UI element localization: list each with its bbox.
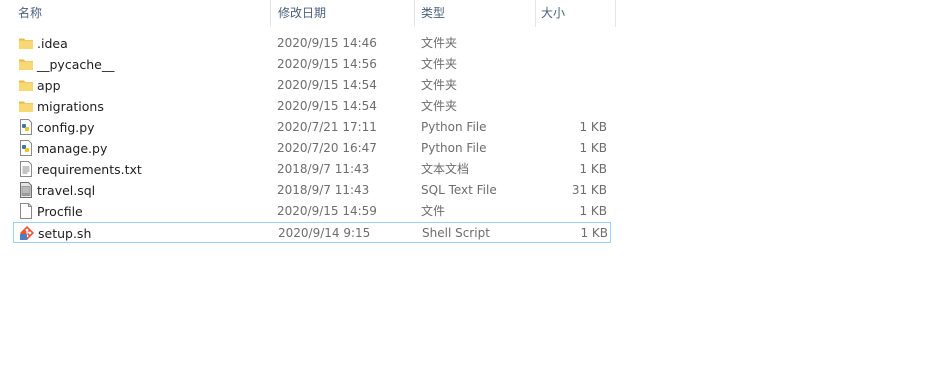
file-name: manage.py — [37, 141, 108, 156]
file-row[interactable]: requirements.txt 2018/9/7 11:43 文本文档 1 KB — [13, 159, 611, 180]
file-type: 文件夹 — [421, 99, 458, 113]
blank-file-icon — [18, 203, 34, 219]
column-divider[interactable] — [615, 0, 616, 27]
file-type: SQL Text File — [421, 183, 497, 197]
column-divider[interactable] — [270, 0, 271, 27]
text-file-icon — [18, 161, 34, 177]
file-modified-date: 2020/7/21 17:11 — [277, 120, 377, 134]
file-size: 1 KB — [580, 226, 608, 240]
file-modified-date: 2020/9/15 14:56 — [277, 57, 377, 71]
sort-ascending-icon: ⌃ — [149, 0, 159, 4]
column-header-bar: 名称 ⌃ 修改日期 类型 大小 — [0, 0, 937, 27]
file-modified-date: 2020/9/15 14:46 — [277, 36, 377, 50]
file-row[interactable]: migrations 2020/9/15 14:54 文件夹 — [13, 96, 611, 117]
file-row[interactable]: travel.sql 2018/9/7 11:43 SQL Text File 31 … — [13, 180, 611, 201]
file-modified-date: 2020/7/20 16:47 — [277, 141, 377, 155]
column-header-name[interactable]: 名称 ⌃ — [13, 0, 271, 27]
file-type: 文件夹 — [421, 57, 458, 71]
file-row[interactable]: manage.py 2020/7/20 16:47 Python File 1 KB — [13, 138, 611, 159]
file-name: migrations — [37, 99, 104, 114]
file-modified-date: 2020/9/15 14:54 — [277, 78, 377, 92]
python-file-icon — [18, 119, 34, 135]
file-name: travel.sql — [37, 183, 96, 198]
file-type: Shell Script — [422, 226, 490, 240]
column-divider[interactable] — [414, 0, 415, 27]
file-row[interactable]: __pycache__ 2020/9/15 14:56 文件夹 — [13, 54, 611, 75]
file-size: 1 KB — [579, 120, 607, 134]
git-shell-file-icon — [19, 225, 35, 241]
file-name: app — [37, 78, 61, 93]
file-size: 1 KB — [579, 204, 607, 218]
sql-file-icon — [18, 182, 34, 198]
file-modified-date: 2020/9/15 14:59 — [277, 204, 377, 218]
file-name: __pycache__ — [37, 57, 115, 72]
file-type: 文本文档 — [421, 162, 470, 176]
file-type: 文件 — [421, 204, 446, 218]
file-row[interactable]: Procfile 2020/9/15 14:59 文件 1 KB — [13, 201, 611, 222]
folder-icon — [18, 56, 34, 72]
file-name: requirements.txt — [37, 162, 142, 177]
file-row[interactable]: setup.sh 2020/9/14 9:15 Shell Script 1 KB — [13, 222, 611, 243]
file-type: 文件夹 — [421, 78, 458, 92]
python-file-icon — [18, 140, 34, 156]
column-header-size-label: 大小 — [541, 6, 566, 20]
file-size: 1 KB — [579, 141, 607, 155]
file-name: setup.sh — [38, 226, 92, 241]
file-type: Python File — [421, 120, 487, 134]
column-header-name-label: 名称 — [18, 6, 43, 20]
file-row[interactable]: .idea 2020/9/15 14:46 文件夹 — [13, 33, 611, 54]
column-header-type-label: 类型 — [421, 6, 446, 20]
file-size: 31 KB — [571, 183, 607, 197]
file-type: Python File — [421, 141, 487, 155]
file-name: config.py — [37, 120, 95, 135]
file-size — [533, 54, 607, 75]
file-size: 1 KB — [579, 162, 607, 176]
column-header-modified[interactable]: 修改日期 — [273, 0, 415, 27]
file-size — [533, 96, 607, 117]
file-modified-date: 2020/9/15 14:54 — [277, 99, 377, 113]
folder-icon — [18, 35, 34, 51]
column-header-modified-label: 修改日期 — [278, 6, 327, 20]
file-explorer-list: 名称 ⌃ 修改日期 类型 大小 .idea2020/9/15 14:46文件夹_… — [0, 0, 937, 375]
file-size — [533, 33, 607, 54]
folder-icon — [18, 77, 34, 93]
file-modified-date: 2020/9/14 9:15 — [278, 226, 371, 240]
file-type: 文件夹 — [421, 36, 458, 50]
file-row[interactable]: app 2020/9/15 14:54 文件夹 — [13, 75, 611, 96]
file-name: Procfile — [37, 204, 83, 219]
file-size — [533, 75, 607, 96]
column-header-type[interactable]: 类型 — [416, 0, 536, 27]
file-name: .idea — [37, 36, 68, 51]
file-row[interactable]: config.py 2020/7/21 17:11 Python File 1 KB — [13, 117, 611, 138]
column-header-size[interactable]: 大小 — [536, 0, 616, 27]
folder-icon — [18, 98, 34, 114]
file-modified-date: 2018/9/7 11:43 — [277, 162, 370, 176]
file-modified-date: 2018/9/7 11:43 — [277, 183, 370, 197]
